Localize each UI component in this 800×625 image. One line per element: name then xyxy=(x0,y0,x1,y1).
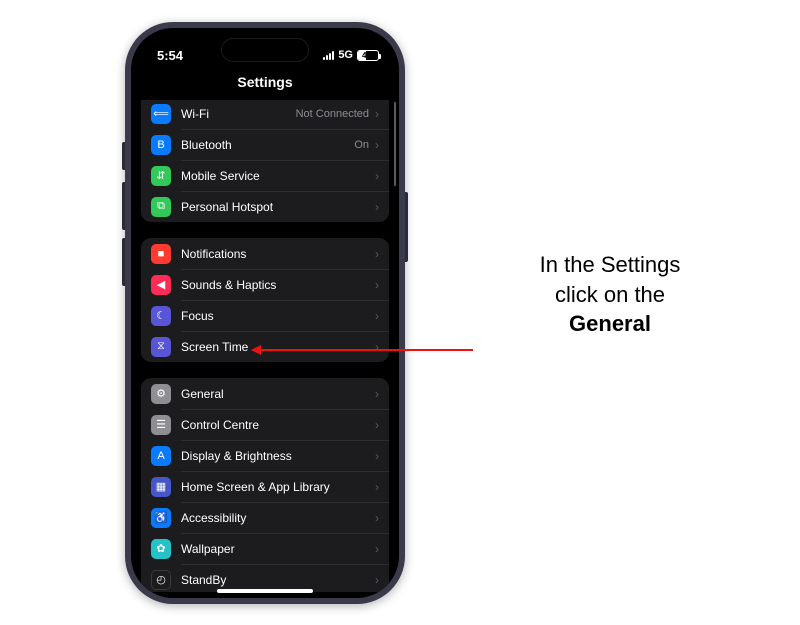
chevron-right-icon: › xyxy=(375,107,379,121)
settings-section: ⟸ Wi-FiNot Connected › B BluetoothOn › ⇵ Mobile… xyxy=(141,100,389,222)
settings-row-mobile[interactable]: ⇵ Mobile Service› xyxy=(141,160,389,191)
row-label: StandBy xyxy=(181,573,375,587)
row-label: Accessibility xyxy=(181,511,375,525)
side-button-silent xyxy=(122,142,125,170)
status-right: 5G 41 xyxy=(323,49,379,61)
chevron-right-icon: › xyxy=(375,247,379,261)
settings-section: ⚙General›☰Control Centre›ADisplay & Brig… xyxy=(141,378,389,592)
network-label: 5G xyxy=(338,49,353,61)
settings-row-display[interactable]: A Display & Brightness› xyxy=(141,440,389,471)
chevron-right-icon: › xyxy=(375,200,379,214)
hourglass-icon: ⧖ xyxy=(151,337,171,357)
link-icon: ⧉ xyxy=(151,197,171,217)
status-time: 5:54 xyxy=(157,48,183,63)
home-indicator[interactable] xyxy=(217,589,313,593)
callout-arrow xyxy=(253,349,473,351)
battery-icon: 41 xyxy=(357,50,379,61)
grid-icon: ▦ xyxy=(151,477,171,497)
settings-row-bluetooth[interactable]: B BluetoothOn › xyxy=(141,129,389,160)
row-label: Focus xyxy=(181,309,375,323)
battery-percent: 41 xyxy=(362,51,371,60)
side-button-power xyxy=(405,192,408,262)
speaker-icon: ◀ xyxy=(151,275,171,295)
row-label: Notifications xyxy=(181,247,375,261)
row-label: Personal Hotspot xyxy=(181,200,375,214)
accessibility-icon: ♿ xyxy=(151,508,171,528)
row-label: Screen Time xyxy=(181,340,375,354)
chevron-right-icon: › xyxy=(375,480,379,494)
row-label: Wi-Fi xyxy=(181,107,296,121)
callout-line1: In the Settings xyxy=(540,252,681,277)
gear-icon: ⚙ xyxy=(151,384,171,404)
chevron-right-icon: › xyxy=(375,340,379,354)
phone-screen: 5:54 5G 41 Settings ⟸ Wi-FiNot Connected ›… xyxy=(131,28,399,598)
row-label: Display & Brightness xyxy=(181,449,375,463)
settings-row-screentime[interactable]: ⧖ Screen Time› xyxy=(141,331,389,362)
settings-row-sounds[interactable]: ◀ Sounds & Haptics› xyxy=(141,269,389,300)
chevron-right-icon: › xyxy=(375,573,379,587)
chevron-right-icon: › xyxy=(375,418,379,432)
settings-row-accessibility[interactable]: ♿ Accessibility› xyxy=(141,502,389,533)
settings-list[interactable]: ⟸ Wi-FiNot Connected › B BluetoothOn › ⇵ Mobile… xyxy=(131,100,399,592)
row-label: Home Screen & App Library xyxy=(181,480,375,494)
chevron-right-icon: › xyxy=(375,169,379,183)
sun-icon: A xyxy=(151,446,171,466)
settings-row-homescreen[interactable]: ▦ Home Screen & App Library› xyxy=(141,471,389,502)
bell-icon: ■ xyxy=(151,244,171,264)
settings-row-general[interactable]: ⚙ General› xyxy=(141,378,389,409)
chevron-right-icon: › xyxy=(375,511,379,525)
chevron-right-icon: › xyxy=(375,138,379,152)
callout-line3: General xyxy=(569,311,651,336)
settings-row-control[interactable]: ☰ Control Centre› xyxy=(141,409,389,440)
page-title: Settings xyxy=(131,68,399,100)
flower-icon: ✿ xyxy=(151,539,171,559)
chevron-right-icon: › xyxy=(375,449,379,463)
row-label: Control Centre xyxy=(181,418,375,432)
chevron-right-icon: › xyxy=(375,278,379,292)
settings-row-notifications[interactable]: ■ Notifications› xyxy=(141,238,389,269)
side-button-volume-down xyxy=(122,238,125,286)
clock-icon: ◴ xyxy=(151,570,171,590)
row-label: General xyxy=(181,387,375,401)
chevron-right-icon: › xyxy=(375,387,379,401)
settings-section: ■Notifications›◀Sounds & Haptics›☾Focus›… xyxy=(141,238,389,362)
signal-icon xyxy=(323,50,334,60)
settings-row-hotspot[interactable]: ⧉ Personal Hotspot› xyxy=(141,191,389,222)
settings-row-wallpaper[interactable]: ✿ Wallpaper› xyxy=(141,533,389,564)
callout-text: In the Settings click on the General xyxy=(480,250,740,339)
row-label: Sounds & Haptics xyxy=(181,278,375,292)
side-button-volume-up xyxy=(122,182,125,230)
row-label: Wallpaper xyxy=(181,542,375,556)
row-label: Bluetooth xyxy=(181,138,354,152)
dynamic-island xyxy=(221,38,309,62)
switches-icon: ☰ xyxy=(151,415,171,435)
moon-icon: ☾ xyxy=(151,306,171,326)
row-value: On xyxy=(354,139,369,151)
settings-row-wifi[interactable]: ⟸ Wi-FiNot Connected › xyxy=(141,100,389,129)
callout-line2: click on the xyxy=(555,282,665,307)
row-value: Not Connected xyxy=(296,108,369,120)
scrollbar[interactable] xyxy=(394,102,396,186)
chevron-right-icon: › xyxy=(375,309,379,323)
chevron-right-icon: › xyxy=(375,542,379,556)
antenna-icon: ⇵ xyxy=(151,166,171,186)
bluetooth-icon: B xyxy=(151,135,171,155)
wifi-icon: ⟸ xyxy=(151,104,171,124)
phone-frame: 5:54 5G 41 Settings ⟸ Wi-FiNot Connected ›… xyxy=(125,22,405,604)
settings-row-focus[interactable]: ☾ Focus› xyxy=(141,300,389,331)
settings-row-standby[interactable]: ◴ StandBy› xyxy=(141,564,389,592)
row-label: Mobile Service xyxy=(181,169,375,183)
